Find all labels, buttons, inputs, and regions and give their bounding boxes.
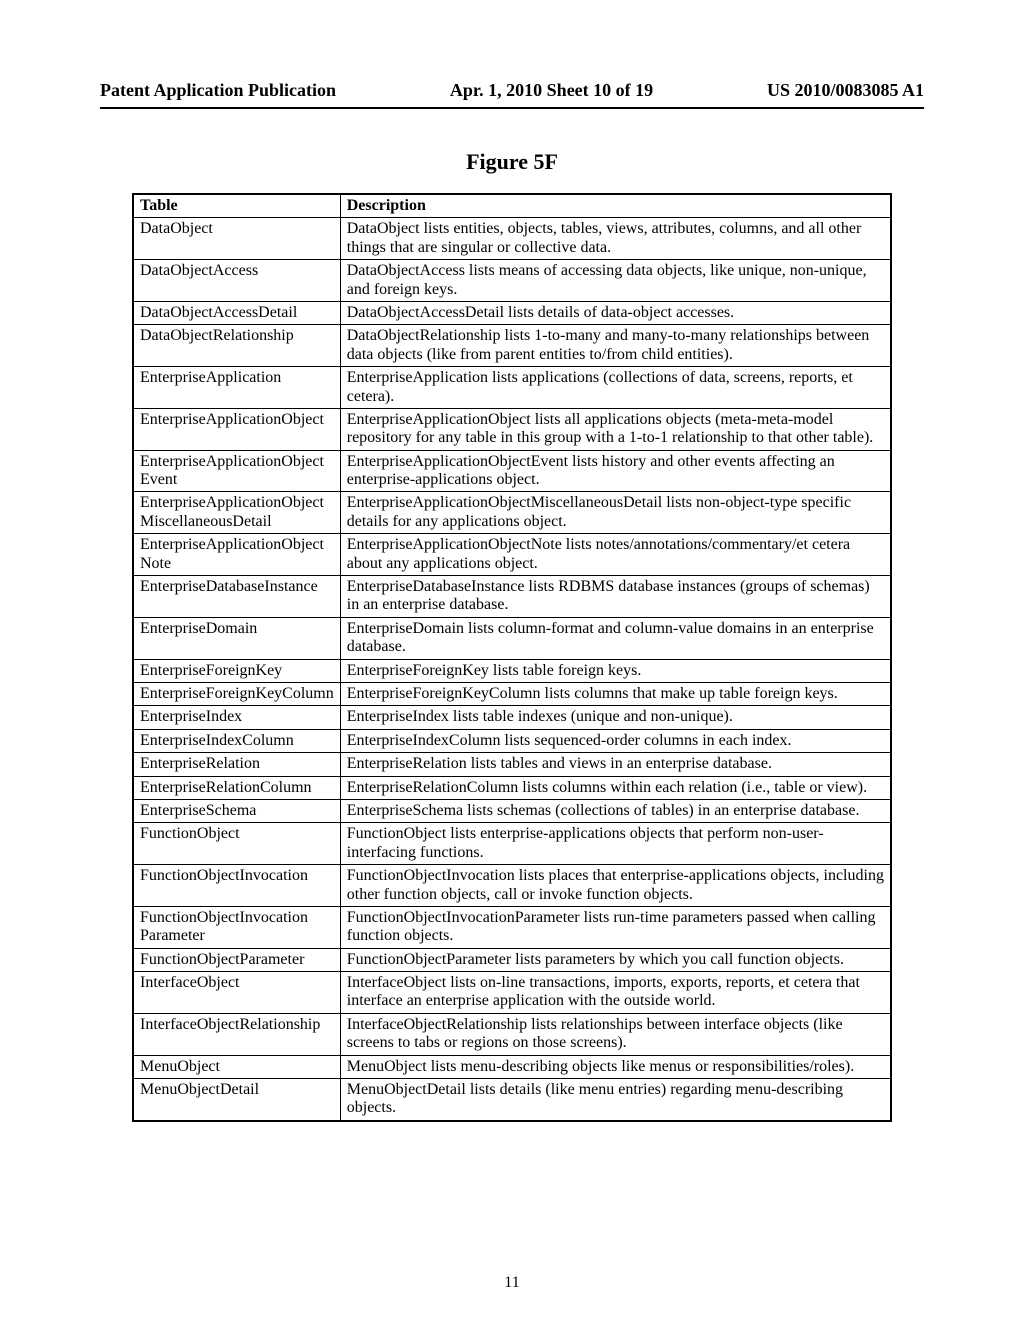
table-row: InterfaceObjectInterfaceObject lists on-… xyxy=(133,972,891,1014)
page-number: 11 xyxy=(0,1274,1024,1292)
table-row: DataObjectAccessDataObjectAccess lists m… xyxy=(133,260,891,302)
table-row: EnterpriseRelationColumnEnterpriseRelati… xyxy=(133,776,891,799)
cell-description: EnterpriseApplicationObject lists all ap… xyxy=(340,408,891,450)
cell-table-name: EnterpriseDatabaseInstance xyxy=(133,576,340,618)
cell-description: DataObjectRelationship lists 1-to-many a… xyxy=(340,325,891,367)
cell-table-name: DataObjectAccessDetail xyxy=(133,301,340,324)
header-center: Apr. 1, 2010 Sheet 10 of 19 xyxy=(450,80,653,101)
table-row: EnterpriseApplicationEnterpriseApplicati… xyxy=(133,367,891,409)
patent-page: Patent Application Publication Apr. 1, 2… xyxy=(0,0,1024,1320)
cell-table-name: FunctionObjectParameter xyxy=(133,948,340,971)
cell-table-name: EnterpriseApplication xyxy=(133,367,340,409)
table-row: EnterpriseApplicationObject Miscellaneou… xyxy=(133,492,891,534)
table-row: FunctionObjectFunctionObject lists enter… xyxy=(133,823,891,865)
cell-description: EnterpriseApplication lists applications… xyxy=(340,367,891,409)
cell-description: EnterpriseRelationColumn lists columns w… xyxy=(340,776,891,799)
table-row: EnterpriseRelationEnterpriseRelation lis… xyxy=(133,753,891,776)
cell-table-name: DataObjectAccess xyxy=(133,260,340,302)
table-row: InterfaceObjectRelationshipInterfaceObje… xyxy=(133,1013,891,1055)
cell-table-name: FunctionObjectInvocation Parameter xyxy=(133,906,340,948)
cell-description: EnterpriseApplicationObjectNote lists no… xyxy=(340,534,891,576)
cell-table-name: EnterpriseApplicationObject Note xyxy=(133,534,340,576)
cell-description: EnterpriseDatabaseInstance lists RDBMS d… xyxy=(340,576,891,618)
header-rule xyxy=(100,107,924,109)
table-row: FunctionObjectParameterFunctionObjectPar… xyxy=(133,948,891,971)
table-row: FunctionObjectInvocation ParameterFuncti… xyxy=(133,906,891,948)
cell-table-name: MenuObjectDetail xyxy=(133,1079,340,1121)
cell-description: EnterpriseSchema lists schemas (collecti… xyxy=(340,799,891,822)
cell-table-name: EnterpriseForeignKeyColumn xyxy=(133,682,340,705)
table-row: EnterpriseForeignKeyColumnEnterpriseFore… xyxy=(133,682,891,705)
definition-table: Table Description DataObjectDataObject l… xyxy=(132,193,892,1122)
cell-table-name: EnterpriseForeignKey xyxy=(133,659,340,682)
cell-description: FunctionObjectInvocation lists places th… xyxy=(340,865,891,907)
cell-description: MenuObjectDetail lists details (like men… xyxy=(340,1079,891,1121)
cell-table-name: DataObject xyxy=(133,218,340,260)
cell-table-name: EnterpriseIndex xyxy=(133,706,340,729)
col-header-table: Table xyxy=(133,194,340,218)
figure-title: Figure 5F xyxy=(100,149,924,175)
cell-description: FunctionObject lists enterprise-applicat… xyxy=(340,823,891,865)
table-row: EnterpriseApplicationObjectEnterpriseApp… xyxy=(133,408,891,450)
cell-description: DataObjectAccess lists means of accessin… xyxy=(340,260,891,302)
table-row: EnterpriseSchemaEnterpriseSchema lists s… xyxy=(133,799,891,822)
cell-table-name: FunctionObject xyxy=(133,823,340,865)
cell-table-name: EnterpriseDomain xyxy=(133,617,340,659)
cell-table-name: DataObjectRelationship xyxy=(133,325,340,367)
table-row: EnterpriseApplicationObject NoteEnterpri… xyxy=(133,534,891,576)
table-row: EnterpriseForeignKeyEnterpriseForeignKey… xyxy=(133,659,891,682)
cell-table-name: EnterpriseSchema xyxy=(133,799,340,822)
cell-description: MenuObject lists menu-describing objects… xyxy=(340,1055,891,1078)
cell-table-name: InterfaceObject xyxy=(133,972,340,1014)
table-row: DataObjectDataObject lists entities, obj… xyxy=(133,218,891,260)
cell-table-name: InterfaceObjectRelationship xyxy=(133,1013,340,1055)
table-row: DataObjectAccessDetailDataObjectAccessDe… xyxy=(133,301,891,324)
table-row: MenuObjectDetailMenuObjectDetail lists d… xyxy=(133,1079,891,1121)
cell-description: EnterpriseForeignKeyColumn lists columns… xyxy=(340,682,891,705)
table-row: FunctionObjectInvocationFunctionObjectIn… xyxy=(133,865,891,907)
cell-table-name: EnterpriseRelation xyxy=(133,753,340,776)
cell-description: EnterpriseApplicationObjectEvent lists h… xyxy=(340,450,891,492)
cell-table-name: MenuObject xyxy=(133,1055,340,1078)
table-row: EnterpriseDomainEnterpriseDomain lists c… xyxy=(133,617,891,659)
cell-description: EnterpriseDomain lists column-format and… xyxy=(340,617,891,659)
cell-description: EnterpriseRelation lists tables and view… xyxy=(340,753,891,776)
cell-description: EnterpriseIndexColumn lists sequenced-or… xyxy=(340,729,891,752)
table-row: DataObjectRelationshipDataObjectRelation… xyxy=(133,325,891,367)
col-header-description: Description xyxy=(340,194,891,218)
cell-description: InterfaceObjectRelationship lists relati… xyxy=(340,1013,891,1055)
cell-table-name: EnterpriseIndexColumn xyxy=(133,729,340,752)
table-header-row: Table Description xyxy=(133,194,891,218)
cell-description: InterfaceObject lists on-line transactio… xyxy=(340,972,891,1014)
cell-description: EnterpriseIndex lists table indexes (uni… xyxy=(340,706,891,729)
cell-description: FunctionObjectInvocationParameter lists … xyxy=(340,906,891,948)
cell-table-name: FunctionObjectInvocation xyxy=(133,865,340,907)
cell-description: DataObjectAccessDetail lists details of … xyxy=(340,301,891,324)
table-row: EnterpriseApplicationObject EventEnterpr… xyxy=(133,450,891,492)
cell-table-name: EnterpriseApplicationObject Miscellaneou… xyxy=(133,492,340,534)
cell-description: EnterpriseForeignKey lists table foreign… xyxy=(340,659,891,682)
page-header: Patent Application Publication Apr. 1, 2… xyxy=(100,80,924,101)
table-row: EnterpriseIndexEnterpriseIndex lists tab… xyxy=(133,706,891,729)
header-left: Patent Application Publication xyxy=(100,80,336,101)
header-right: US 2010/0083085 A1 xyxy=(767,80,924,101)
table-row: EnterpriseIndexColumnEnterpriseIndexColu… xyxy=(133,729,891,752)
cell-description: DataObject lists entities, objects, tabl… xyxy=(340,218,891,260)
cell-table-name: EnterpriseApplicationObject Event xyxy=(133,450,340,492)
cell-description: EnterpriseApplicationObjectMiscellaneous… xyxy=(340,492,891,534)
cell-table-name: EnterpriseApplicationObject xyxy=(133,408,340,450)
cell-description: FunctionObjectParameter lists parameters… xyxy=(340,948,891,971)
table-row: MenuObjectMenuObject lists menu-describi… xyxy=(133,1055,891,1078)
table-row: EnterpriseDatabaseInstanceEnterpriseData… xyxy=(133,576,891,618)
cell-table-name: EnterpriseRelationColumn xyxy=(133,776,340,799)
